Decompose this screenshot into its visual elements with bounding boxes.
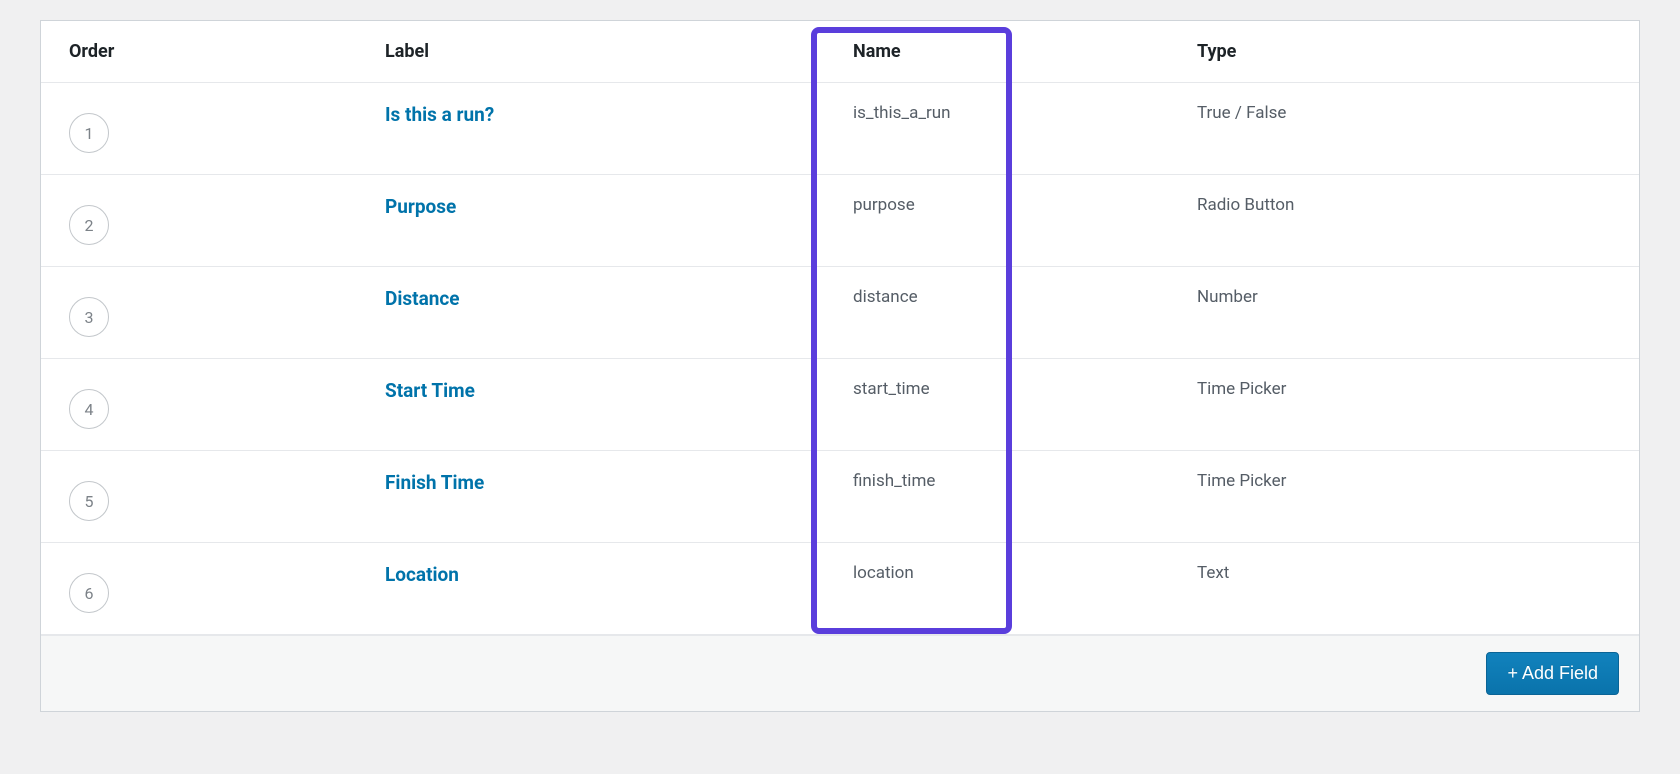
field-name: distance	[853, 287, 918, 307]
field-name: finish_time	[853, 471, 935, 491]
field-label-link[interactable]: Start Time	[385, 379, 475, 402]
field-row[interactable]: 3 Distance distance Number	[41, 267, 1639, 359]
table-footer: + Add Field	[41, 635, 1639, 711]
field-row[interactable]: 1 Is this a run? is_this_a_run True / Fa…	[41, 83, 1639, 175]
field-name: start_time	[853, 379, 930, 399]
field-type: Time Picker	[1197, 379, 1286, 399]
header-order: Order	[41, 21, 361, 82]
field-row[interactable]: 4 Start Time start_time Time Picker	[41, 359, 1639, 451]
field-name: is_this_a_run	[853, 103, 951, 123]
order-handle[interactable]: 2	[69, 205, 109, 245]
field-row[interactable]: 5 Finish Time finish_time Time Picker	[41, 451, 1639, 543]
order-handle[interactable]: 5	[69, 481, 109, 521]
header-label: Label	[361, 21, 793, 82]
field-name: purpose	[853, 195, 915, 215]
field-type: True / False	[1197, 103, 1286, 123]
field-row[interactable]: 6 Location location Text	[41, 543, 1639, 635]
order-handle[interactable]: 4	[69, 389, 109, 429]
fields-table: Order Label Name Type 1 Is this a run? i…	[40, 20, 1640, 712]
field-row[interactable]: 2 Purpose purpose Radio Button	[41, 175, 1639, 267]
field-name: location	[853, 563, 914, 583]
header-name: Name	[793, 21, 1173, 82]
order-handle[interactable]: 1	[69, 113, 109, 153]
field-label-link[interactable]: Finish Time	[385, 471, 484, 494]
field-type: Radio Button	[1197, 195, 1294, 215]
field-type: Number	[1197, 287, 1258, 307]
table-header-row: Order Label Name Type	[41, 21, 1639, 83]
order-handle[interactable]: 3	[69, 297, 109, 337]
field-label-link[interactable]: Distance	[385, 287, 460, 310]
field-label-link[interactable]: Is this a run?	[385, 103, 494, 126]
field-type: Time Picker	[1197, 471, 1286, 491]
field-type: Text	[1197, 563, 1229, 583]
add-field-button[interactable]: + Add Field	[1486, 652, 1619, 695]
field-label-link[interactable]: Purpose	[385, 195, 456, 218]
order-handle[interactable]: 6	[69, 573, 109, 613]
header-type: Type	[1173, 21, 1639, 82]
field-label-link[interactable]: Location	[385, 563, 459, 586]
